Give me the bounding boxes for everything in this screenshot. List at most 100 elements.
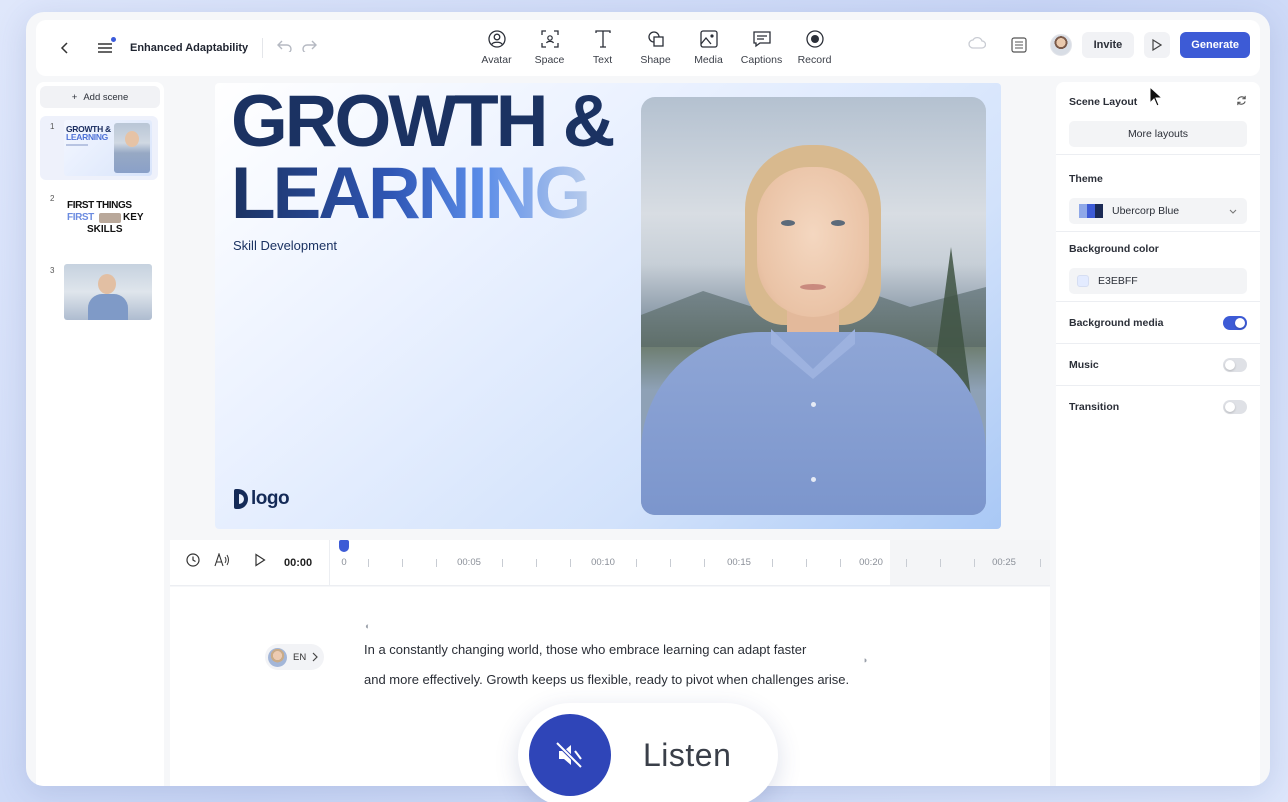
slide-canvas[interactable]: GROWTH & LEARNING Skill Development logo [215, 83, 1001, 529]
presenter-shirt [641, 332, 986, 515]
speaker-muted-icon [555, 741, 583, 769]
tick [670, 559, 671, 567]
tool-label: Shape [640, 54, 671, 66]
scene-thumbnail [64, 264, 152, 320]
tick [974, 559, 975, 567]
language-code: EN [293, 651, 307, 663]
preview-play-button[interactable] [1144, 32, 1171, 58]
background-color-input[interactable]: E3EBFF [1069, 268, 1247, 294]
undo-icon[interactable] [277, 39, 293, 57]
thumbnail-title: GROWTH & LEARNING [66, 125, 111, 142]
shape-icon [647, 28, 665, 50]
toolbar-right: Invite Generate [967, 32, 1250, 58]
sync-cloud-icon [967, 36, 986, 55]
space-icon [540, 28, 559, 50]
listen-pill[interactable]: Listen [518, 703, 778, 802]
scenes-panel: + Add scene 1 GROWTH & LEARNING 2 FIRST … [36, 82, 164, 786]
tick [636, 559, 637, 567]
tool-record[interactable]: Record [788, 28, 841, 66]
tool-label: Text [592, 54, 613, 66]
timeline-track[interactable]: 0 00:05 00:10 00:15 00:20 00:25 [330, 540, 1050, 585]
play-icon[interactable] [254, 553, 266, 572]
tick [570, 559, 571, 567]
back-icon[interactable] [52, 35, 78, 61]
presenter-lips [800, 284, 826, 290]
tool-text[interactable]: Text [576, 28, 629, 66]
tool-label: Avatar [481, 54, 512, 66]
thumbnail-subtitle-bar [66, 144, 88, 146]
more-layouts-button[interactable]: More layouts [1069, 121, 1247, 147]
tick [368, 559, 369, 567]
slide-logo[interactable]: logo [234, 488, 290, 510]
theme-select[interactable]: Ubercorp Blue [1069, 198, 1247, 224]
background-media-section: Background media [1056, 302, 1260, 344]
transition-toggle[interactable] [1223, 400, 1247, 414]
project-title[interactable]: Enhanced Adaptability [130, 42, 248, 54]
logo-mark-icon [234, 489, 248, 509]
timeline-bar: 00:00 0 00:05 00:10 00:15 00:20 00:25 [170, 540, 1050, 586]
shirt-button [811, 477, 816, 482]
script-start-marker-icon: ◐ [365, 621, 371, 631]
thumbnail-presenter-image [114, 123, 150, 173]
slide-title-line2[interactable]: LEARNING [231, 157, 591, 230]
tool-shape[interactable]: Shape [629, 28, 682, 66]
add-scene-label: Add scene [83, 91, 129, 103]
tick [840, 559, 841, 567]
refresh-icon[interactable] [1236, 95, 1247, 109]
menu-icon[interactable] [92, 35, 118, 61]
tick [536, 559, 537, 567]
invite-button[interactable]: Invite [1081, 32, 1135, 58]
scene-thumbnail: GROWTH & LEARNING [64, 120, 152, 176]
tick [436, 559, 437, 567]
music-section: Music [1056, 344, 1260, 386]
music-toggle[interactable] [1223, 357, 1247, 372]
transition-row: Transition [1069, 400, 1247, 414]
add-scene-button[interactable]: + Add scene [40, 86, 160, 108]
redo-icon[interactable] [301, 39, 318, 57]
tool-captions[interactable]: Captions [735, 28, 788, 66]
logo-text: logo [251, 488, 290, 509]
script-text[interactable]: In a constantly changing world, those wh… [364, 635, 884, 695]
time-marker: 00:10 [591, 557, 615, 568]
avatar-presenter-image[interactable] [641, 97, 986, 515]
thumbnail-inline-image [99, 213, 121, 223]
playhead-handle[interactable] [339, 540, 349, 552]
more-layouts-label: More layouts [1127, 128, 1189, 140]
thumbnail-line2a: FIRST [67, 212, 94, 223]
tool-space[interactable]: Space [523, 28, 576, 66]
tick [1040, 559, 1041, 567]
background-media-row: Background media [1069, 315, 1247, 330]
music-row: Music [1069, 357, 1247, 372]
theme-value: Ubercorp Blue [1112, 205, 1180, 217]
background-media-toggle[interactable] [1223, 315, 1247, 330]
record-icon [805, 28, 824, 50]
tick [940, 559, 941, 567]
scene-thumbnail: FIRST THINGS FIRST KEY SKILLS [64, 192, 152, 248]
clock-icon[interactable] [186, 553, 200, 572]
scene-item-2[interactable]: 2 FIRST THINGS FIRST KEY SKILLS [40, 188, 158, 252]
scene-number: 1 [50, 122, 55, 131]
tool-media[interactable]: Media [682, 28, 735, 66]
scene-item-3[interactable]: 3 [40, 260, 158, 324]
slide-subtitle[interactable]: Skill Development [233, 238, 337, 253]
shirt-button [811, 402, 816, 407]
mute-toggle-button[interactable] [529, 714, 611, 796]
notes-icon[interactable] [1006, 32, 1032, 58]
color-swatch[interactable] [1077, 275, 1089, 287]
listen-label: Listen [643, 737, 732, 773]
generate-button[interactable]: Generate [1180, 32, 1250, 58]
transition-label: Transition [1069, 401, 1120, 413]
voice-language-selector[interactable]: EN [265, 644, 325, 670]
editor-window: Enhanced Adaptability Avatar Space Text … [26, 12, 1270, 786]
voice-avatar [268, 647, 287, 667]
user-avatar[interactable] [1049, 34, 1072, 56]
tool-avatar[interactable]: Avatar [470, 28, 523, 66]
voice-speed-icon[interactable] [214, 552, 230, 572]
scene-layout-label: Scene Layout [1069, 96, 1138, 108]
undo-redo-group [277, 39, 318, 57]
tool-label: Record [797, 54, 832, 66]
time-marker: 0 [341, 557, 347, 568]
scene-item-1[interactable]: 1 GROWTH & LEARNING [40, 116, 158, 180]
toolbar-left: Enhanced Adaptability [36, 35, 456, 61]
slide-title-line1[interactable]: GROWTH & [231, 85, 615, 158]
